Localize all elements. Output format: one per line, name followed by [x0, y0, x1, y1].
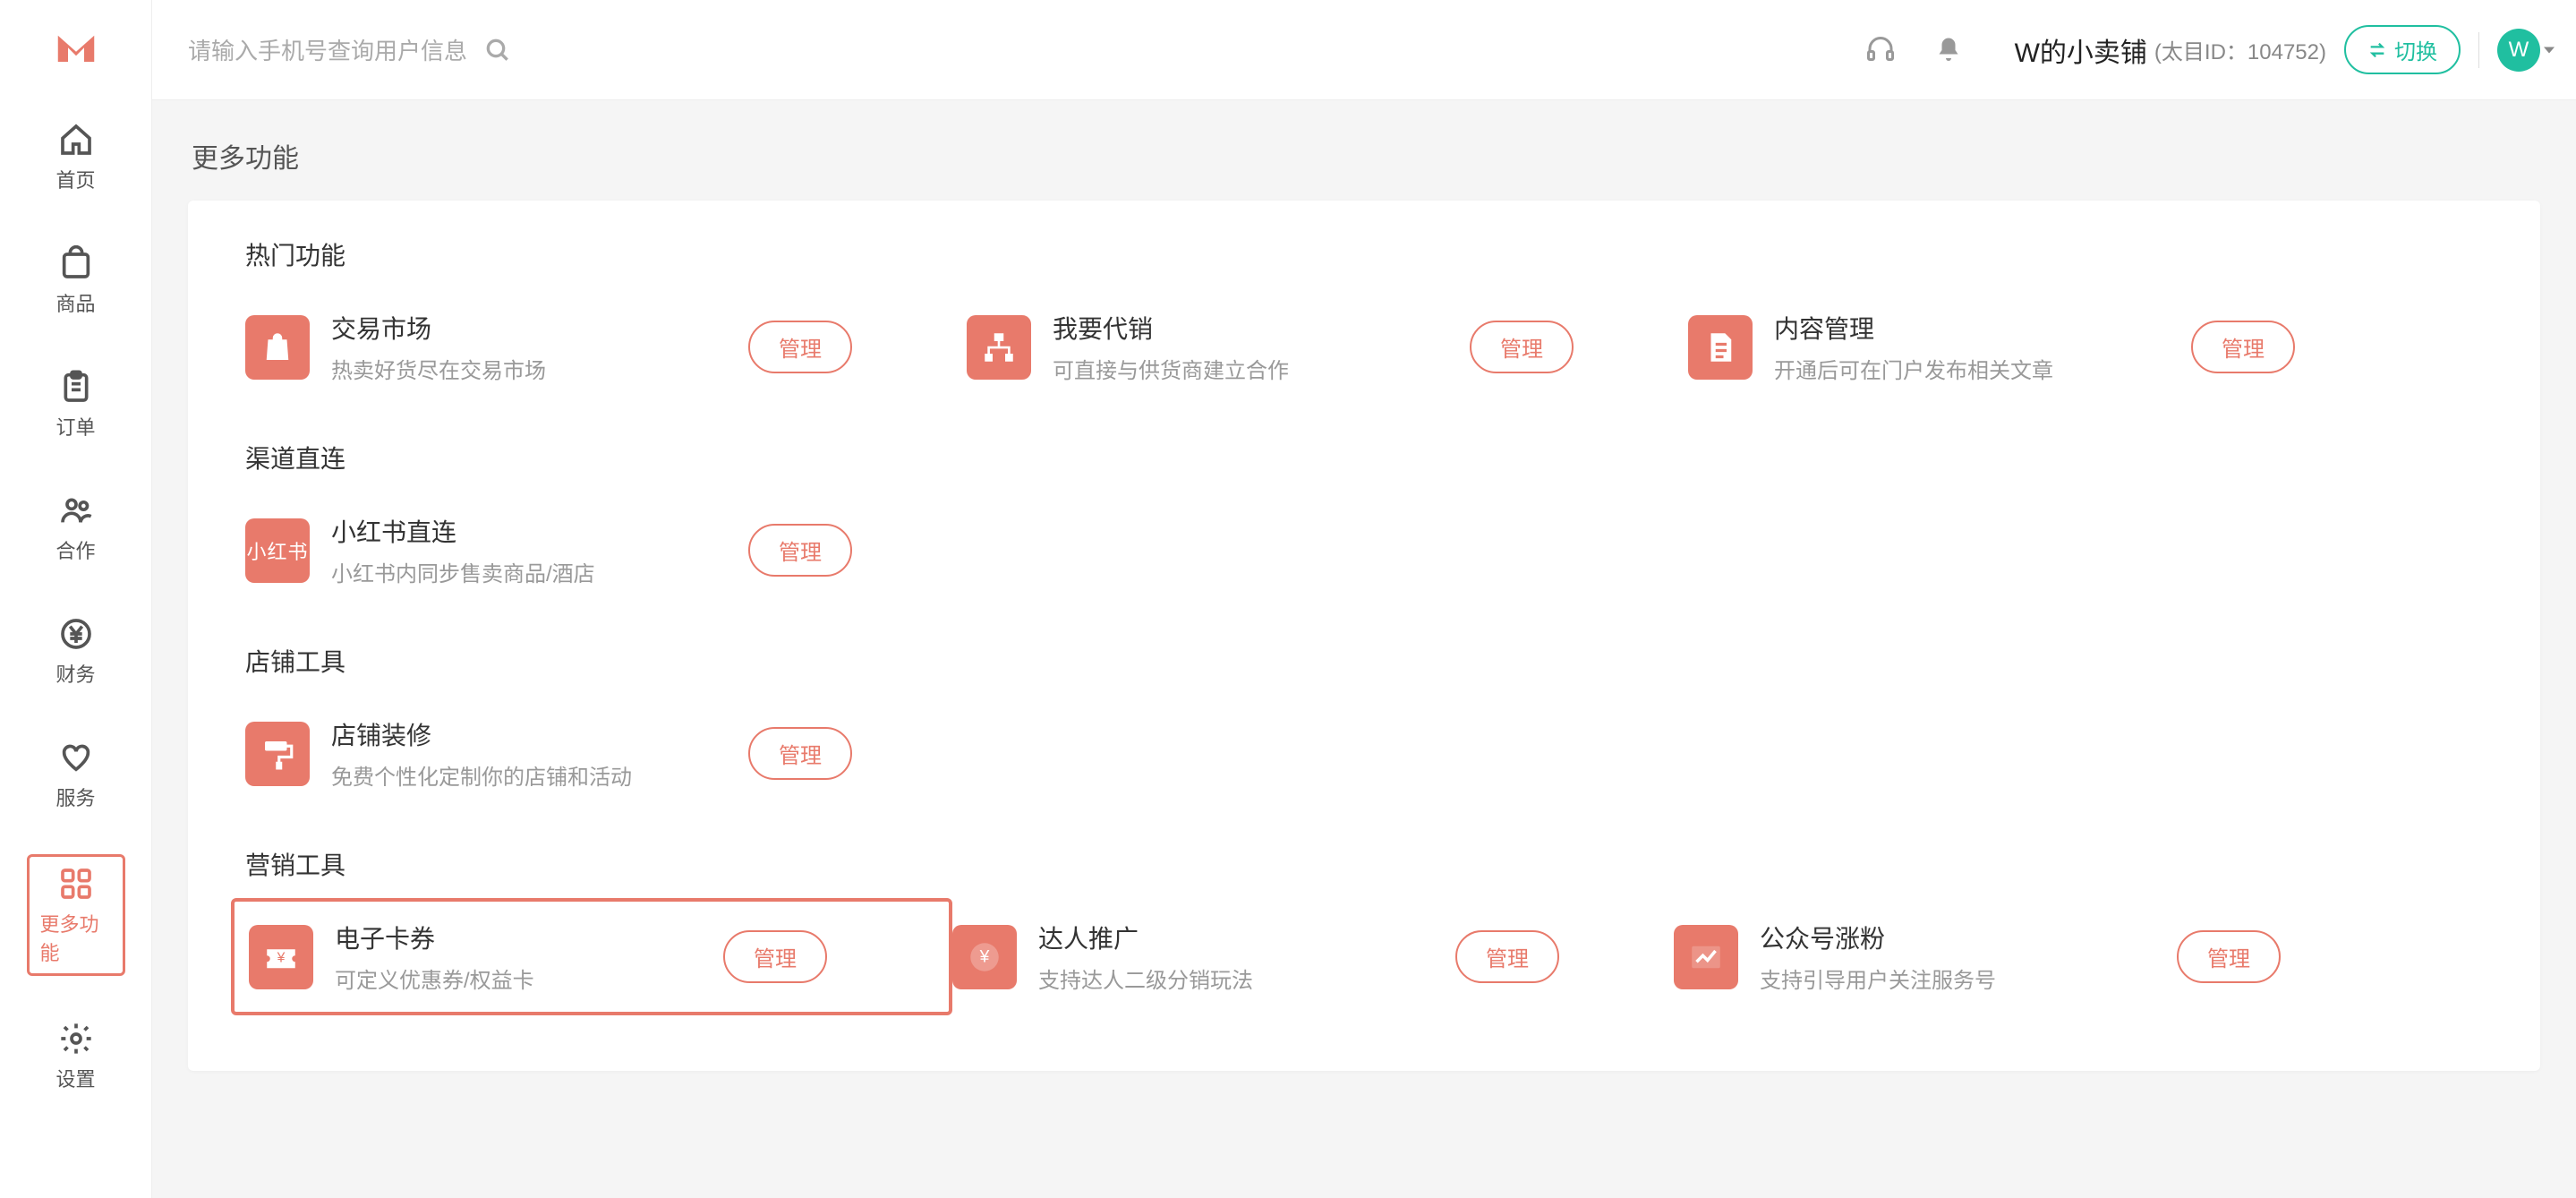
manage-button[interactable]: 管理	[1455, 930, 1559, 983]
manage-button[interactable]: 管理	[2177, 930, 2281, 983]
swap-icon	[2367, 40, 2387, 60]
app-logo	[52, 21, 100, 70]
feature-desc: 可定义优惠券/权益卡	[335, 963, 723, 994]
section-title: 渠道直连	[245, 440, 2483, 475]
feature-card-distribution: 我要代销 可直接与供货商建立合作 管理	[967, 304, 1688, 389]
xiaohongshu-icon: 小红书	[245, 518, 310, 583]
feature-card-content: 内容管理 开通后可在门户发布相关文章 管理	[1688, 304, 2410, 389]
feature-title: 小红书直连	[331, 513, 748, 549]
sidebar-item-partner[interactable]: 合作	[27, 483, 125, 571]
vertical-divider	[2478, 32, 2479, 68]
feature-card-decorate: 店铺装修 免费个性化定制你的店铺和活动 管理	[245, 711, 967, 796]
sidebar-item-label: 更多功能	[40, 909, 112, 966]
feature-card-followers: 公众号涨粉 支持引导用户关注服务号 管理	[1674, 914, 2395, 999]
heart-icon	[56, 738, 96, 777]
features-panel: 热门功能 交易市场 热卖好货尽在交易市场 管理	[188, 201, 2540, 1071]
page-title: 更多功能	[188, 136, 2540, 175]
feature-desc: 支持引导用户关注服务号	[1760, 963, 2177, 994]
manage-button[interactable]: 管理	[1470, 321, 1574, 373]
feature-title: 交易市场	[331, 310, 748, 346]
svg-text:¥: ¥	[277, 950, 286, 965]
avatar-letter: W	[2509, 38, 2529, 63]
sidebar-item-label: 财务	[55, 659, 95, 688]
document-icon	[1688, 315, 1753, 380]
home-icon	[56, 120, 96, 159]
sidebar-item-home[interactable]: 首页	[27, 113, 125, 201]
search-placeholder-text: 请输入手机号查询用户信息	[188, 33, 467, 66]
bag-solid-icon	[245, 315, 310, 380]
switch-label: 切换	[2394, 34, 2437, 65]
search-input[interactable]: 请输入手机号查询用户信息	[188, 33, 512, 66]
manage-button[interactable]: 管理	[2191, 321, 2295, 373]
gear-icon	[56, 1019, 96, 1058]
sidebar-item-finance[interactable]: 财务	[27, 607, 125, 695]
top-header: 请输入手机号查询用户信息 W的小卖铺 (太目ID：104752) 切换 W	[152, 0, 2576, 100]
handshake-icon: ¥	[952, 925, 1017, 989]
section-channel: 渠道直连 小红书 小红书直连 小红书内同步售卖商品/酒店 管理	[245, 440, 2483, 593]
sidebar-item-more[interactable]: 更多功能	[27, 854, 125, 976]
sidebar-item-goods[interactable]: 商品	[27, 236, 125, 324]
feature-desc: 小红书内同步售卖商品/酒店	[331, 556, 748, 587]
search-icon	[483, 36, 512, 64]
feature-title: 达人推广	[1038, 920, 1455, 955]
sidebar-item-settings[interactable]: 设置	[27, 1012, 125, 1100]
content-area: 更多功能 热门功能 交易市场 热卖好货尽在交易市场 管理	[152, 100, 2576, 1198]
manage-button[interactable]: 管理	[748, 524, 852, 577]
feature-title: 店铺装修	[331, 716, 748, 752]
feature-title: 内容管理	[1774, 310, 2191, 346]
switch-shop-button[interactable]: 切换	[2344, 25, 2461, 74]
feature-title: 电子卡券	[335, 920, 723, 955]
sidebar-item-orders[interactable]: 订单	[27, 360, 125, 448]
feature-title: 我要代销	[1053, 310, 1470, 346]
feature-card-kol: ¥ 达人推广 支持达人二级分销玩法 管理	[952, 914, 1674, 999]
headset-icon[interactable]	[1864, 34, 1897, 66]
bell-icon[interactable]	[1932, 34, 1965, 66]
feature-desc: 支持达人二级分销玩法	[1038, 963, 1455, 994]
section-title: 营销工具	[245, 846, 2483, 882]
feature-card-xiaohongshu: 小红书 小红书直连 小红书内同步售卖商品/酒店 管理	[245, 508, 967, 593]
ticket-icon: ¥	[249, 925, 313, 989]
clipboard-icon	[56, 367, 96, 406]
sidebar-item-label: 合作	[55, 535, 95, 564]
sidebar-item-label: 首页	[55, 165, 95, 193]
section-marketing: 营销工具 ¥ 电子卡券 可定义优惠券/权益卡 管理 ¥	[245, 846, 2483, 999]
sitemap-icon	[967, 315, 1031, 380]
shop-id: (太目ID：104752)	[2154, 34, 2326, 65]
sidebar-item-label: 商品	[55, 288, 95, 317]
yen-circle-icon	[56, 614, 96, 654]
manage-button[interactable]: 管理	[748, 321, 852, 373]
manage-button[interactable]: 管理	[723, 930, 827, 983]
sidebar-item-label: 订单	[55, 412, 95, 441]
sidebar: 首页 商品 订单 合作 财务 服务 更多功能 设置	[0, 0, 152, 1198]
feature-desc: 可直接与供货商建立合作	[1053, 353, 1470, 384]
section-title: 热门功能	[245, 236, 2483, 272]
feature-desc: 开通后可在门户发布相关文章	[1774, 353, 2191, 384]
shop-name: W的小卖铺	[2015, 30, 2147, 70]
people-icon	[56, 491, 96, 530]
feature-card-ecoupon: ¥ 电子卡券 可定义优惠券/权益卡 管理	[231, 898, 952, 1015]
manage-button[interactable]: 管理	[748, 727, 852, 780]
feature-desc: 免费个性化定制你的店铺和活动	[331, 759, 748, 791]
sidebar-item-label: 服务	[55, 783, 95, 811]
feature-desc: 热卖好货尽在交易市场	[331, 353, 748, 384]
grid-icon	[56, 864, 96, 903]
section-hot: 热门功能 交易市场 热卖好货尽在交易市场 管理	[245, 236, 2483, 389]
feature-card-market: 交易市场 热卖好货尽在交易市场 管理	[245, 304, 967, 389]
section-shop-tools: 店铺工具 店铺装修 免费个性化定制你的店铺和活动 管理	[245, 643, 2483, 796]
section-title: 店铺工具	[245, 643, 2483, 679]
svg-text:¥: ¥	[979, 947, 990, 966]
sidebar-item-service[interactable]: 服务	[27, 731, 125, 818]
chart-up-icon	[1674, 925, 1738, 989]
avatar[interactable]: W	[2497, 29, 2540, 72]
feature-title: 公众号涨粉	[1760, 920, 2177, 955]
sidebar-item-label: 设置	[55, 1064, 95, 1092]
paint-roller-icon	[245, 722, 310, 786]
bag-icon	[56, 244, 96, 283]
